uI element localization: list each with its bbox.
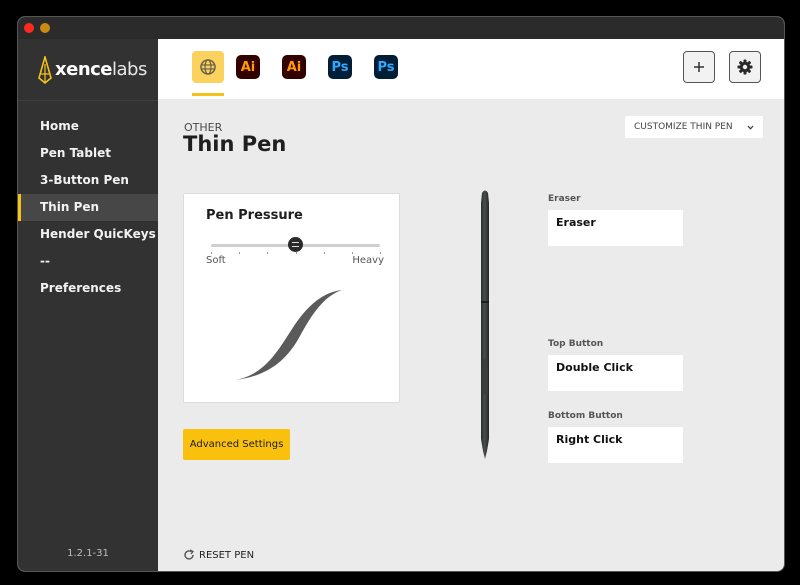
app-tab-photoshop-1[interactable]: Ps bbox=[324, 51, 356, 83]
title-bar bbox=[18, 17, 784, 39]
thin-pen-illustration bbox=[481, 190, 489, 459]
refresh-icon bbox=[184, 549, 194, 560]
sidebar-item-preferences[interactable]: Preferences bbox=[18, 275, 158, 302]
sidebar-item-separator[interactable]: -- bbox=[18, 248, 158, 275]
pressure-slider-tick bbox=[211, 252, 212, 254]
app-version: 1.2.1-31 bbox=[67, 548, 109, 559]
top-button-function-field[interactable]: Double Click bbox=[548, 355, 683, 391]
sidebar-item-hender-quickeys[interactable]: Hender QuicKeys bbox=[18, 221, 158, 248]
sidebar: xencelabs Home Pen Tablet 3-Button Pen T… bbox=[18, 39, 158, 571]
customize-dropdown[interactable]: CUSTOMIZE THIN PEN bbox=[625, 116, 763, 138]
logo-light-text: labs bbox=[112, 59, 147, 80]
pressure-curve-graphic bbox=[236, 290, 342, 380]
bottom-button-function-field[interactable]: Right Click bbox=[548, 427, 683, 463]
sidebar-nav: Home Pen Tablet 3-Button Pen Thin Pen He… bbox=[18, 113, 158, 302]
brand-logo: xencelabs bbox=[18, 39, 158, 101]
app-window: xencelabs Home Pen Tablet 3-Button Pen T… bbox=[17, 16, 785, 572]
page-title: Thin Pen bbox=[183, 132, 287, 156]
main-content: OTHER Thin Pen CUSTOMIZE THIN PEN Pen Pr… bbox=[158, 99, 784, 571]
reset-pen-button[interactable]: RESET PEN bbox=[183, 549, 254, 561]
gear-icon bbox=[737, 59, 753, 75]
app-tab-global[interactable] bbox=[192, 51, 224, 83]
app-tab-illustrator-1[interactable]: Ai bbox=[232, 51, 264, 83]
app-toolbar: Ai Ai Ps Ps bbox=[158, 39, 784, 99]
pen-pressure-card: Pen Pressure Soft Heavy bbox=[183, 193, 400, 403]
illustrator-icon: Ai bbox=[236, 55, 260, 79]
sidebar-item-home[interactable]: Home bbox=[18, 113, 158, 140]
eraser-label: Eraser bbox=[548, 194, 581, 204]
add-application-button[interactable] bbox=[683, 51, 715, 83]
app-tab-photoshop-2[interactable]: Ps bbox=[370, 51, 402, 83]
pressure-slider-tick bbox=[380, 252, 381, 254]
customize-dropdown-label: CUSTOMIZE THIN PEN bbox=[634, 122, 733, 132]
reset-pen-label: RESET PEN bbox=[199, 549, 255, 561]
plus-icon bbox=[694, 62, 704, 72]
minimize-window-button[interactable] bbox=[40, 23, 50, 33]
photoshop-icon: Ps bbox=[328, 55, 352, 79]
pressure-slider-tick bbox=[295, 252, 297, 254]
photoshop-icon: Ps bbox=[374, 55, 398, 79]
chevron-down-icon bbox=[747, 125, 754, 130]
pressure-min-label: Soft bbox=[206, 255, 226, 266]
close-window-button[interactable] bbox=[24, 23, 34, 33]
bottom-button-label: Bottom Button bbox=[548, 411, 623, 421]
top-button-label: Top Button bbox=[548, 339, 604, 349]
pressure-slider-tick bbox=[351, 252, 353, 254]
pressure-max-label: Heavy bbox=[352, 255, 384, 266]
pressure-slider-tick bbox=[267, 252, 269, 254]
illustrator-icon: Ai bbox=[282, 55, 306, 79]
app-tab-illustrator-2[interactable]: Ai bbox=[278, 51, 310, 83]
pressure-slider-thumb[interactable] bbox=[288, 237, 303, 252]
logo-bold-text: xence bbox=[55, 59, 113, 80]
sidebar-item-3-button-pen[interactable]: 3-Button Pen bbox=[18, 167, 158, 194]
sidebar-item-pen-tablet[interactable]: Pen Tablet bbox=[18, 140, 158, 167]
advanced-settings-button[interactable]: Advanced Settings bbox=[183, 429, 290, 460]
globe-icon bbox=[200, 59, 216, 75]
sidebar-item-thin-pen[interactable]: Thin Pen bbox=[18, 194, 158, 221]
selected-tab-indicator bbox=[192, 93, 224, 96]
pressure-slider-tick bbox=[239, 252, 241, 254]
pressure-slider-tick bbox=[323, 252, 325, 254]
xencelabs-logo-icon bbox=[38, 55, 52, 84]
eraser-function-field[interactable]: Eraser bbox=[548, 210, 683, 246]
pen-pressure-title: Pen Pressure bbox=[206, 208, 303, 223]
settings-button[interactable] bbox=[729, 51, 761, 83]
